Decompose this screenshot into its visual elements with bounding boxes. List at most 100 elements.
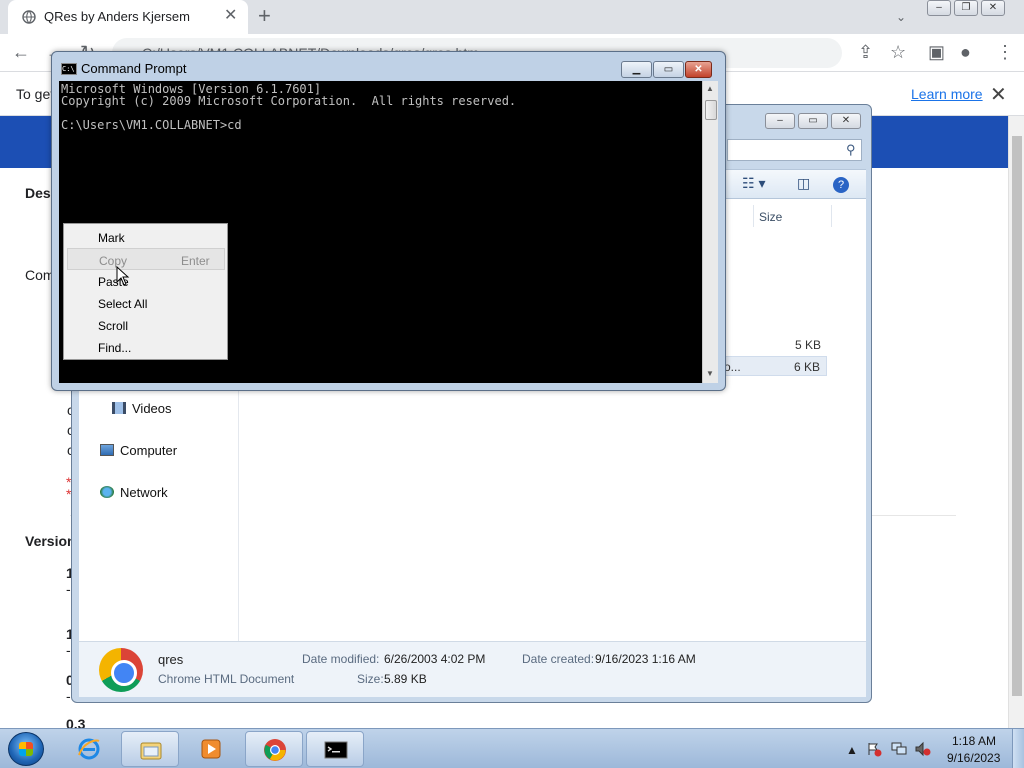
page-text: - [66,642,71,658]
menu-item-select-all[interactable]: Select All [67,292,225,314]
view-options-icon[interactable]: ☷ ▾ [742,175,765,192]
mouse-cursor-icon [116,266,130,286]
console-line: Copyright (c) 2009 Microsoft Corporation… [61,94,517,108]
menu-item-copy[interactable]: Copy Enter [67,248,225,270]
start-button[interactable] [8,732,44,766]
taskbar-internet-explorer[interactable] [60,731,118,767]
cmd-window-controls: ▁ ▭ ✕ [621,61,712,78]
back-icon[interactable]: ← [12,42,30,62]
taskbar-clock-date[interactable]: 9/16/2023 [947,751,1000,765]
restore-button[interactable]: ❐ [954,0,978,16]
scroll-up-arrow-icon[interactable]: ▲ [706,84,714,93]
page-text: - [66,581,71,597]
side-panel-icon[interactable]: ▣ [928,42,945,62]
explorer-close-button[interactable]: ✕ [831,113,861,129]
menu-item-label: Select All [98,297,148,311]
scroll-down-arrow-icon[interactable]: ▼ [706,369,714,378]
browser-tabstrip: QRes by Anders Kjersem ✕ + ⌄ – ❐ ✕ [0,0,1024,34]
search-icon[interactable]: ⚲ [846,142,856,158]
taskbar-windows-explorer[interactable] [121,731,179,767]
preview-pane-icon[interactable]: ◫ [797,175,810,192]
menu-item-find[interactable]: Find... [67,336,225,358]
tab-close-icon[interactable]: ✕ [224,8,237,24]
details-modified-value: 6/26/2003 4:02 PM [384,652,486,666]
menu-item-shortcut: Enter [181,254,210,268]
details-created-value: 9/16/2023 1:16 AM [595,652,696,666]
page-scrollbar[interactable] [1008,116,1024,728]
share-icon[interactable]: ⇪ [858,42,873,62]
globe-icon [22,10,36,24]
file-row-selected[interactable]: o... 6 KB [721,356,827,376]
network-tray-icon[interactable] [890,741,908,757]
file-size: 5 KB [794,338,821,352]
taskbar-media-player[interactable] [182,731,240,767]
command-prompt-icon: C:\ [61,63,77,75]
file-size: 6 KB [793,360,820,374]
info-bar-close-icon[interactable]: ✕ [990,82,1007,107]
console-line: C:\Users\VM1.COLLABNET>cd [61,118,242,132]
browser-tab[interactable]: QRes by Anders Kjersem ✕ [8,0,248,34]
media-player-icon [201,739,221,759]
page-text: - [66,688,71,704]
details-modified-label: Date modified: [302,652,380,666]
menu-kebab-icon[interactable]: ⋮ [996,42,1014,62]
new-tab-button[interactable]: + [258,5,271,27]
profile-avatar-icon[interactable]: ● [960,42,971,62]
help-icon[interactable]: ? [833,177,849,193]
details-size-label: Size: [357,672,384,686]
taskbar-clock-time[interactable]: 1:18 AM [952,734,996,748]
column-separator[interactable] [831,205,832,227]
explorer-window-controls: – ▭ ✕ [765,113,861,131]
menu-item-paste[interactable]: Paste [67,270,225,292]
tab-title: QRes by Anders Kjersem [44,9,190,24]
details-created-label: Date created: [522,652,595,666]
explorer-details-pane: qres Chrome HTML Document Date modified:… [79,641,866,697]
tab-search-dropdown-icon[interactable]: ⌄ [896,10,906,24]
menu-item-mark[interactable]: Mark [67,226,225,248]
nav-item-network[interactable]: Network [100,485,168,500]
menu-item-label: Mark [98,231,125,245]
volume-muted-icon[interactable] [914,741,932,757]
videos-icon [112,402,126,414]
details-size-value: 5.89 KB [384,672,427,686]
explorer-search-input[interactable]: ⚲ [727,139,862,161]
taskbar-command-prompt[interactable] [306,731,364,767]
cmd-minimize-button[interactable]: ▁ [621,61,652,78]
chrome-file-icon [99,648,143,692]
taskbar: ▲ [0,728,1024,768]
taskbar-chrome[interactable] [245,731,303,767]
cmd-close-button[interactable]: ✕ [685,61,712,78]
nav-item-videos[interactable]: Videos [112,401,172,416]
column-separator[interactable] [753,205,754,227]
console-scrollbar-thumb[interactable] [705,100,717,120]
nav-item-computer[interactable]: Computer [100,443,177,458]
internet-explorer-icon [78,738,100,760]
chrome-icon [264,739,286,761]
console-scrollbar[interactable]: ▲ ▼ [702,81,718,383]
nav-item-label: Network [120,485,168,500]
console-context-menu: Mark Copy Enter Paste Select All Scroll … [63,223,228,360]
menu-item-scroll[interactable]: Scroll [67,314,225,336]
page-heading-description: Des [25,185,51,201]
bookmark-star-icon[interactable]: ☆ [890,42,906,62]
nav-item-label: Computer [120,443,178,458]
close-button[interactable]: ✕ [981,0,1005,16]
learn-more-link[interactable]: Learn more [911,86,983,102]
browser-window-controls: – ❐ ✕ [927,0,1005,18]
cmd-maximize-button[interactable]: ▭ [653,61,684,78]
show-hidden-icons-icon[interactable]: ▲ [846,743,858,757]
window-title: Command Prompt [81,61,187,76]
page-scrollbar-thumb[interactable] [1012,136,1022,696]
info-bar-text: To get [16,86,55,102]
folder-icon [140,742,162,760]
minimize-button[interactable]: – [927,0,951,16]
action-center-flag-icon[interactable] [866,741,882,757]
column-header-size[interactable]: Size [759,210,782,224]
file-row[interactable]: 5 KB [721,335,827,355]
show-desktop-button[interactable] [1012,729,1024,768]
details-file-type: Chrome HTML Document [158,672,295,686]
menu-item-label: Scroll [98,319,129,333]
nav-item-label: Videos [132,401,172,416]
explorer-maximize-button[interactable]: ▭ [798,113,828,129]
explorer-minimize-button[interactable]: – [765,113,795,129]
